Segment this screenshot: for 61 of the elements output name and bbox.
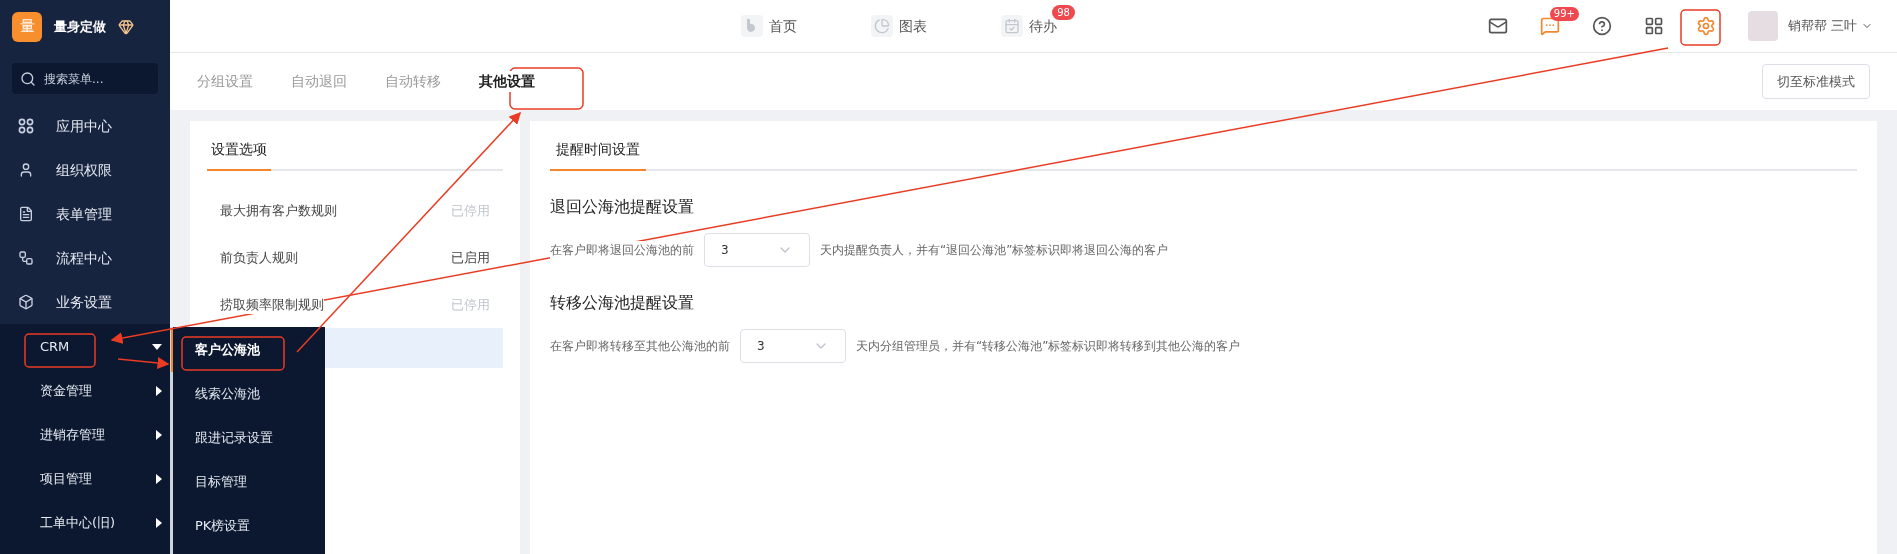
submenu-item[interactable]: 工单中心(旧) <box>0 501 170 545</box>
sidebar-item[interactable]: 业务设置 <box>0 280 170 324</box>
sentence-text: 天内分组管理员，并有“转移公海池”标签标识即将转移到其他公海的客户 <box>856 338 1241 355</box>
sidebar-item[interactable]: 表单管理 <box>0 192 170 236</box>
user-icon <box>18 162 34 178</box>
search-input[interactable]: 搜索菜单... <box>44 69 144 88</box>
pie-chart-icon <box>870 15 893 37</box>
submenu-item[interactable]: 资金管理 <box>0 369 170 413</box>
submenu-item[interactable]: CRM <box>0 325 170 369</box>
sidebar-item[interactable]: 流程中心 <box>0 236 170 280</box>
avatar-photo-placeholder <box>1747 11 1778 41</box>
search-field[interactable]: 搜索菜单... <box>12 63 158 94</box>
nav-link[interactable]: 图表 <box>870 15 927 37</box>
panel-tab[interactable]: 提醒时间设置 <box>550 139 646 171</box>
count-badge: 98 <box>1052 5 1075 20</box>
count-badge: 99+ <box>1549 7 1579 21</box>
calendar-icon <box>1000 15 1023 37</box>
app-logo: 量 <box>12 11 42 42</box>
chat-icon[interactable] <box>1539 16 1560 36</box>
cube-icon <box>18 294 34 310</box>
status-label: 已停用 <box>451 295 490 314</box>
tab[interactable]: 其他设置 <box>479 71 535 92</box>
sidebar-item[interactable]: 应用中心 <box>0 104 170 148</box>
status-label: 已启用 <box>451 248 490 267</box>
mail-icon[interactable] <box>1487 16 1508 36</box>
settings-icon[interactable] <box>1695 16 1716 36</box>
document-icon <box>18 206 34 222</box>
help-icon[interactable] <box>1591 16 1612 36</box>
rule-item[interactable]: 捞取频率限制规则 已停用 <box>207 281 503 328</box>
days-select[interactable]: 3 <box>740 329 846 363</box>
grid-icon[interactable] <box>1643 16 1664 36</box>
sentence-text: 天内提醒负责人，并有“退回公海池”标签标识即将退回公海的客户 <box>820 242 1169 259</box>
sentence-text: 在客户即将退回公海池的前 <box>550 241 694 259</box>
apps-icon <box>18 118 34 134</box>
flyout-item[interactable]: 线索公海池 <box>173 372 325 416</box>
flyout-item[interactable]: 目标管理 <box>173 460 325 504</box>
submenu-item[interactable]: 项目管理 <box>0 457 170 501</box>
panel-title: 设置选项 <box>207 139 271 171</box>
sentence-text: 在客户即将转移至其他公海池的前 <box>550 337 730 355</box>
highlight-box <box>1680 9 1721 46</box>
flyout-item[interactable]: PK榜设置 <box>173 504 325 548</box>
days-select[interactable]: 3 <box>704 233 810 267</box>
highlight-box <box>24 333 96 368</box>
section-heading: 转移公海池提醒设置 <box>550 292 695 314</box>
annotation-arrow <box>117 357 170 369</box>
flyout-item[interactable]: 跟进记录设置 <box>173 416 325 460</box>
section-heading: 退回公海池提醒设置 <box>550 196 695 218</box>
submenu-item[interactable]: 进销存管理 <box>0 413 170 457</box>
sidebar-item[interactable]: 组织权限 <box>0 148 170 192</box>
diamond-icon <box>118 18 134 35</box>
nav-link[interactable]: 首页 <box>740 15 797 37</box>
search-icon <box>20 70 36 87</box>
rule-item[interactable]: 前负责人规则 已启用 <box>207 234 503 281</box>
workspace-title: 量身定做 <box>54 17 106 36</box>
user-menu[interactable]: 销帮帮 三叶 <box>1747 11 1873 41</box>
flow-icon <box>18 250 34 266</box>
rule-item[interactable]: 最大拥有客户数规则 已停用 <box>207 187 503 234</box>
status-label: 已停用 <box>451 201 490 220</box>
letter-b-icon <box>740 15 763 37</box>
switch-mode-button[interactable]: 切至标准模式 <box>1762 64 1870 99</box>
flyout-item[interactable]: 客户公海池 <box>171 328 325 372</box>
